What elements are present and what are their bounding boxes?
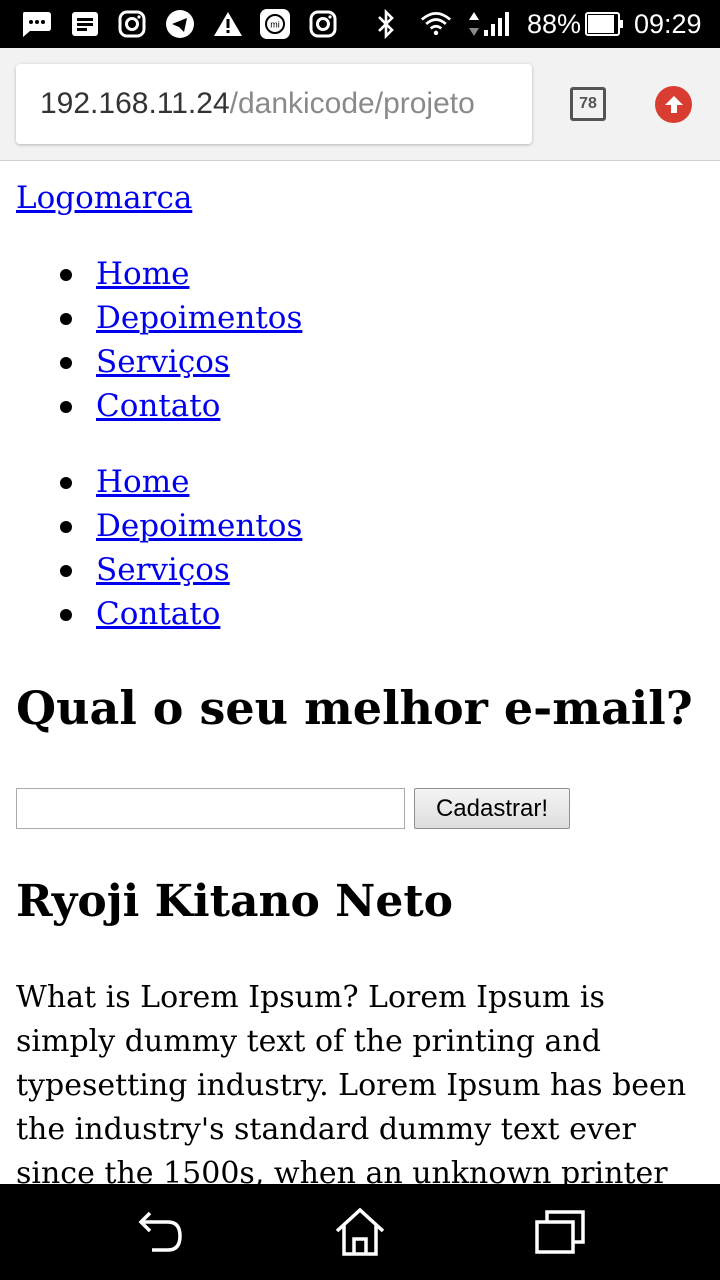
bullet	[60, 313, 72, 325]
nav-link-home[interactable]: Home	[96, 464, 189, 500]
page-content: Logomarca Home Depoimentos Serviços Cont…	[0, 162, 720, 1184]
instagram-icon	[116, 8, 148, 40]
arrow-up-icon	[664, 95, 683, 113]
signal-icon	[482, 8, 514, 40]
url-path: /dankicode/projeto	[229, 87, 475, 120]
recents-icon	[535, 1210, 585, 1254]
nav-link-depoimentos[interactable]: Depoimentos	[96, 300, 302, 336]
nav-item-contato: Contato	[16, 384, 302, 428]
mi-icon: mi	[259, 8, 291, 40]
nav-link-contato[interactable]: Contato	[96, 596, 220, 632]
battery-percent: 88%	[527, 0, 581, 48]
nav-item-contato: Contato	[16, 592, 302, 636]
nav-link-servicos[interactable]: Serviços	[96, 344, 230, 380]
submit-button[interactable]: Cadastrar!	[414, 788, 570, 829]
time-label: 09:29	[634, 8, 702, 39]
body-paragraph: What is Lorem Ipsum? Lorem Ipsum is simp…	[16, 980, 687, 1184]
nav-item-home: Home	[16, 252, 302, 296]
bullet	[60, 565, 72, 577]
bullet	[60, 477, 72, 489]
recents-button[interactable]	[532, 1206, 588, 1258]
tab-switcher-button[interactable]: 78	[570, 87, 606, 121]
email-heading: Qual o seu melhor e-mail?	[16, 681, 693, 735]
back-icon	[138, 1211, 182, 1252]
update-button[interactable]	[655, 86, 692, 123]
battery-label: 88%	[527, 8, 582, 39]
nav-item-depoimentos: Depoimentos	[16, 296, 302, 340]
nav-item-home: Home	[16, 460, 302, 504]
nav-item-servicos: Serviços	[16, 548, 302, 592]
system-nav-bar	[0, 1184, 720, 1280]
mi-label: mi	[270, 20, 280, 30]
nav-link-depoimentos[interactable]: Depoimentos	[96, 508, 302, 544]
bullet	[60, 521, 72, 533]
primary-nav: Home Depoimentos Serviços Contato	[16, 252, 302, 428]
nav-item-depoimentos: Depoimentos	[16, 504, 302, 548]
chat-icon	[20, 8, 52, 40]
home-icon	[335, 1207, 385, 1256]
email-input[interactable]	[16, 788, 405, 829]
bullet	[60, 269, 72, 281]
logo-link[interactable]: Logomarca	[16, 176, 192, 220]
home-button[interactable]	[332, 1206, 388, 1258]
name-heading: Ryoji Kitano Neto	[16, 876, 453, 927]
nav-item-servicos: Serviços	[16, 340, 302, 384]
telegram-icon	[164, 8, 196, 40]
instagram-icon	[307, 8, 339, 40]
nav-link-home[interactable]: Home	[96, 256, 189, 292]
bullet	[60, 609, 72, 621]
url-bar[interactable]: 192.168.11.24/dankicode/projeto	[16, 64, 532, 144]
wifi-icon	[420, 8, 452, 40]
bluetooth-icon	[370, 8, 402, 40]
secondary-nav: Home Depoimentos Serviços Contato	[16, 460, 302, 636]
battery-icon	[584, 8, 626, 40]
nav-link-servicos[interactable]: Serviços	[96, 552, 230, 588]
status-bar: mi 88% 09:29	[0, 0, 720, 48]
url-host: 192.168.11.24	[40, 87, 230, 120]
browser-toolbar: 192.168.11.24/dankicode/projeto 78	[0, 48, 720, 161]
news-icon	[69, 8, 101, 40]
back-button[interactable]	[132, 1206, 188, 1258]
clock: 09:29	[634, 0, 702, 48]
nav-link-contato[interactable]: Contato	[96, 388, 220, 424]
bullet	[60, 357, 72, 369]
bullet	[60, 401, 72, 413]
warning-icon	[212, 8, 244, 40]
